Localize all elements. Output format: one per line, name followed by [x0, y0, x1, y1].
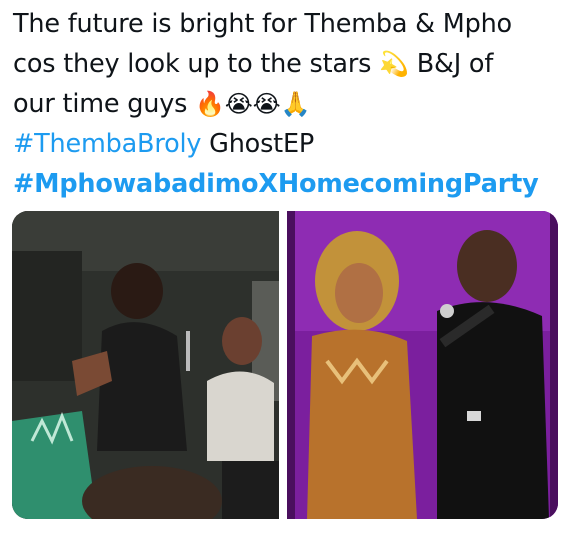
concert-photo-left[interactable]: [12, 211, 279, 519]
tweet-line-2: cos they look up to the stars 💫 B&J of: [13, 44, 573, 84]
concert-photo-right[interactable]: [287, 211, 558, 519]
tweet-line-4: #ThembaBroly GhostEP: [13, 124, 573, 164]
tweet-line-3: our time guys 🔥😭😭🙏: [13, 84, 573, 124]
hashtag-homecoming-party-link[interactable]: #MphowabadimoXHomecomingParty: [13, 169, 539, 199]
tweet-line-2-end: B&J of: [416, 49, 494, 79]
tweet-line-5: #MphowabadimoXHomecomingParty: [13, 164, 573, 204]
tweet-line-1-text: The future is bright for Themba & Mpho: [13, 9, 512, 39]
tweet-line-4-end: GhostEP: [209, 129, 315, 159]
tweet-text: The future is bright for Themba & Mpho c…: [13, 4, 573, 204]
concert-photo-right-image: [287, 211, 558, 519]
tweet-line-3-text: our time guys: [13, 89, 188, 119]
tweet-line-2-text: cos they look up to the stars: [13, 49, 372, 79]
hashtag-themba-broly-link[interactable]: #ThembaBroly: [13, 129, 201, 159]
emoji-sequence-icon: 🔥😭😭🙏: [195, 90, 311, 118]
dizzy-star-icon: 💫: [379, 50, 409, 78]
tweet-media-grid: [12, 211, 558, 519]
concert-photo-left-image: [12, 211, 279, 519]
tweet-line-1: The future is bright for Themba & Mpho: [13, 4, 573, 44]
